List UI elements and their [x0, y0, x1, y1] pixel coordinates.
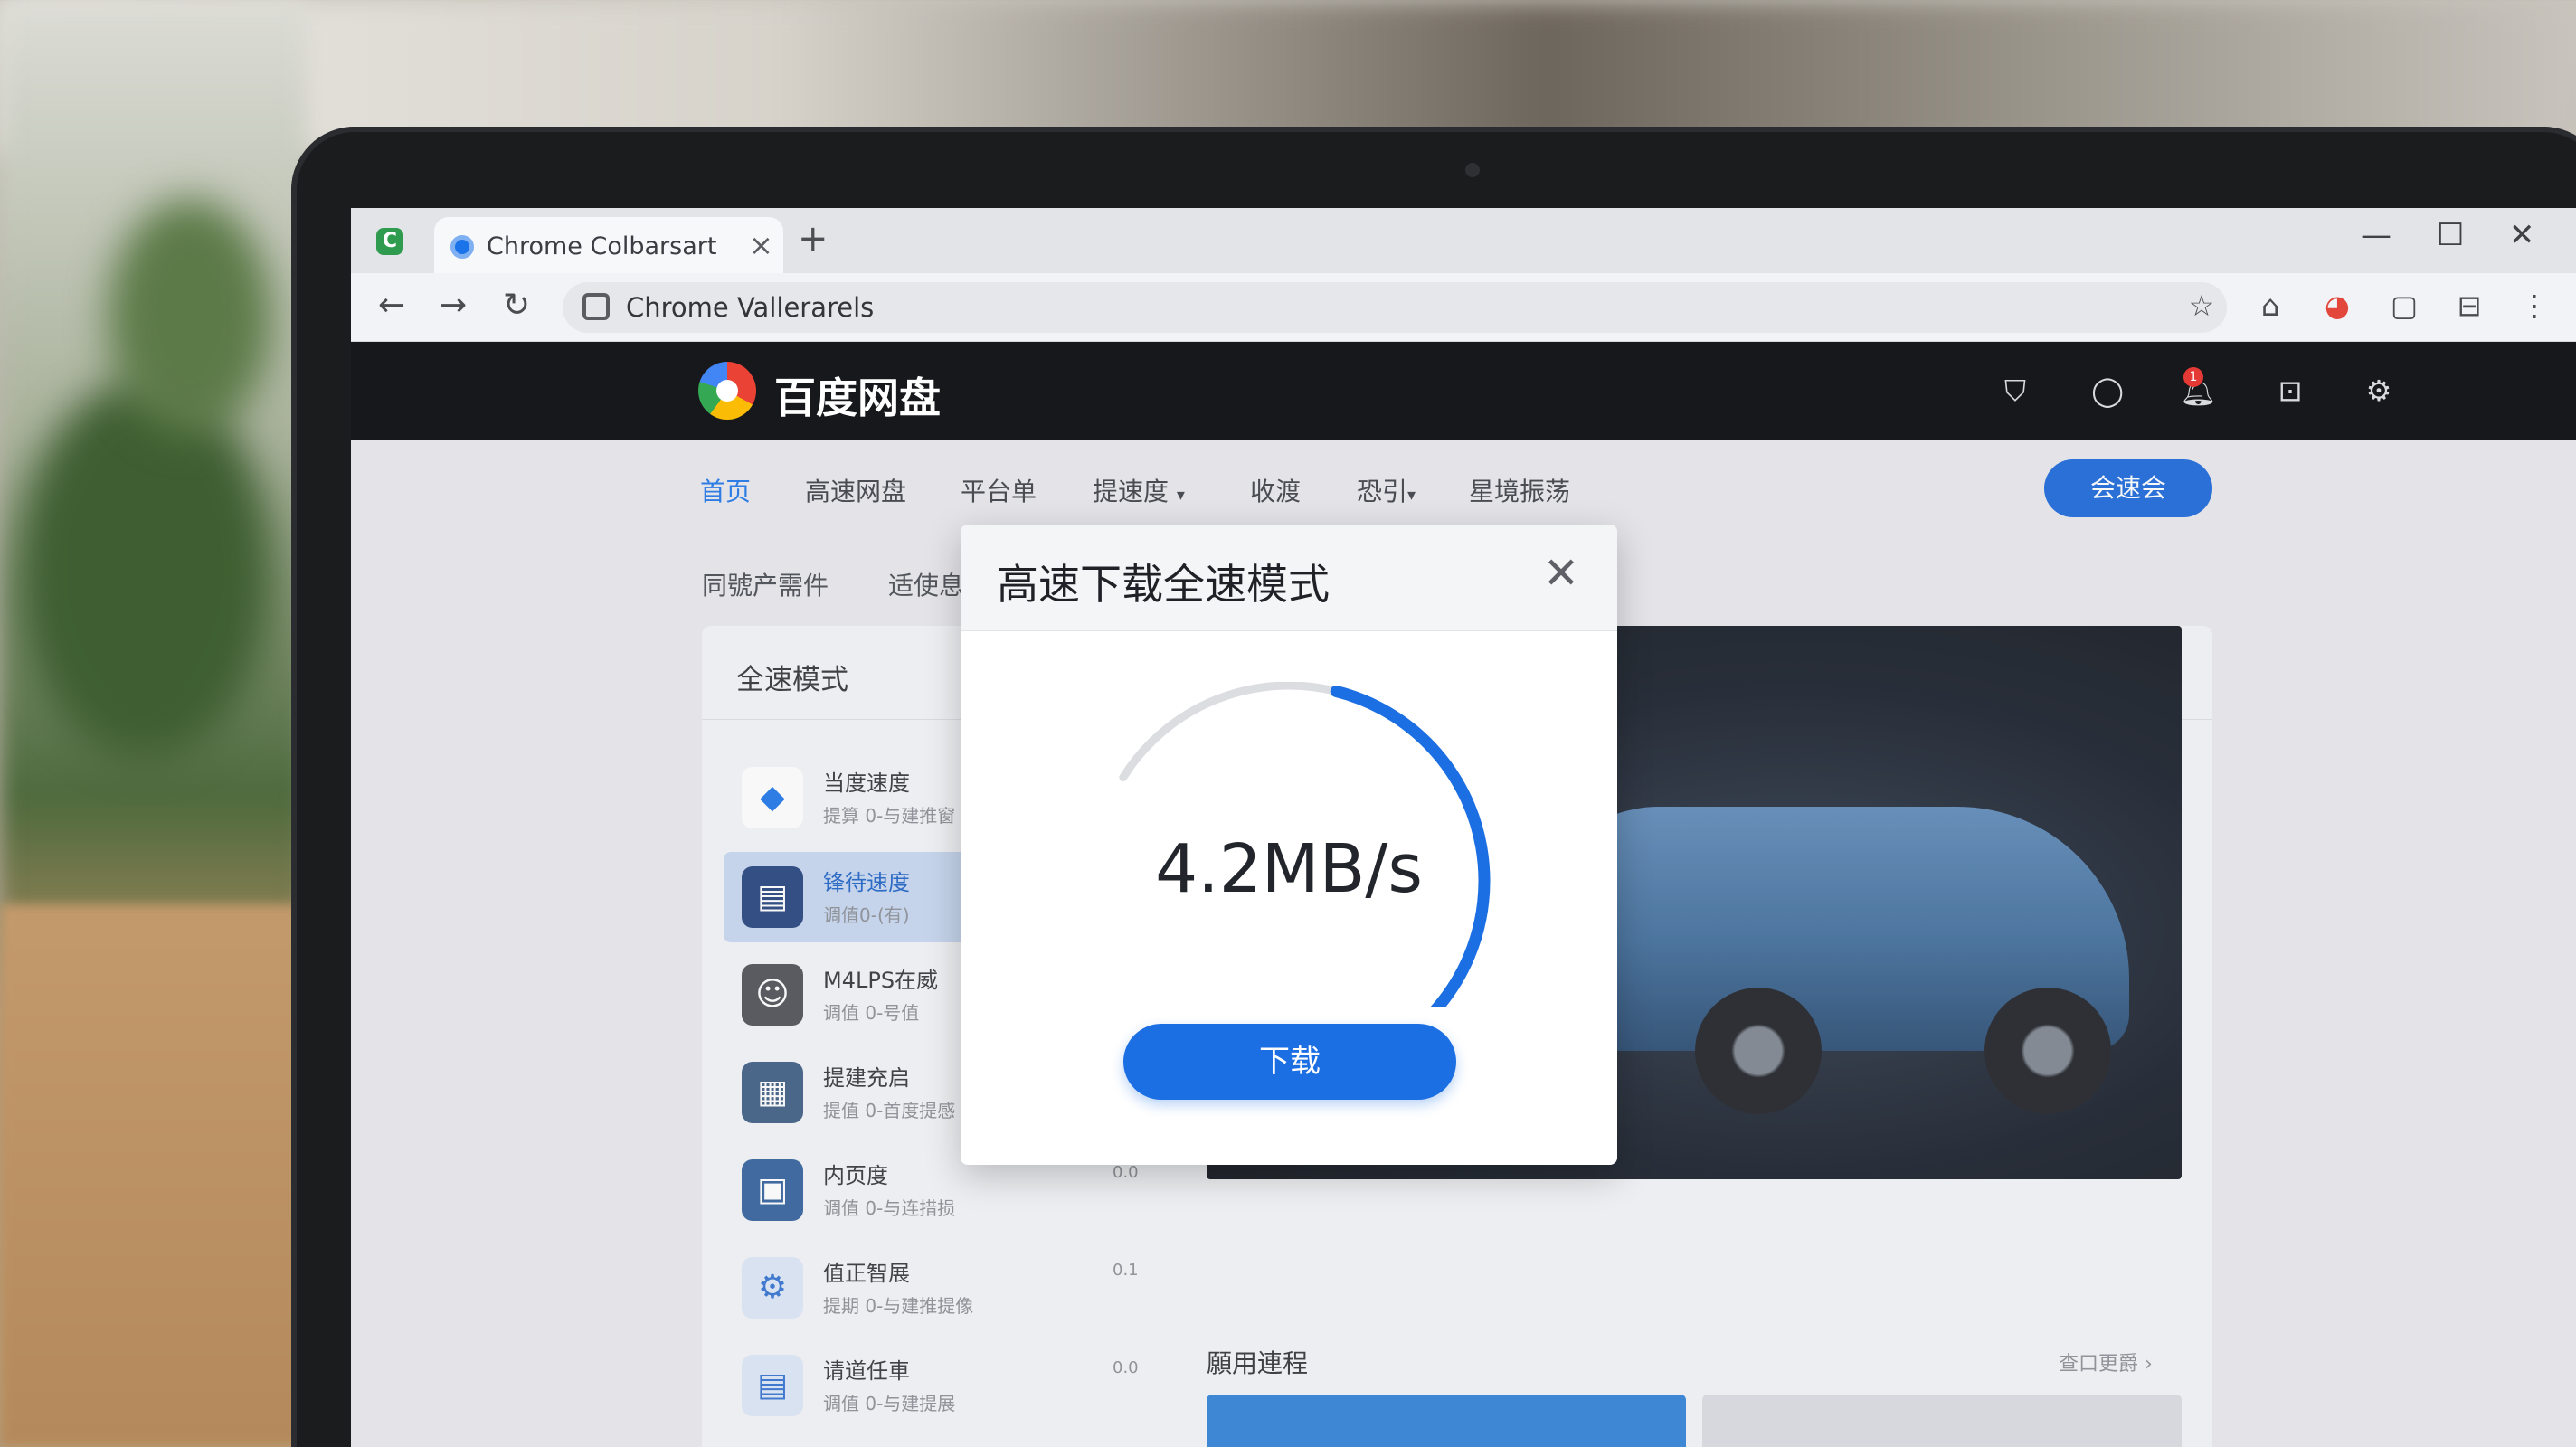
- site-info-icon[interactable]: [582, 293, 610, 320]
- sidepanel-icon[interactable]: ⊟: [2451, 288, 2487, 324]
- modal-header: 高速下载全速模式 ✕: [961, 525, 1617, 631]
- tab-title: Chrome Colbarsart: [487, 232, 717, 260]
- modal-title: 高速下载全速模式: [997, 560, 1330, 609]
- app-name[interactable]: 百度网盘: [774, 365, 941, 425]
- url-text[interactable]: Chrome Vallerarels: [626, 292, 874, 323]
- settings-icon[interactable]: ⚙: [2361, 373, 2397, 409]
- speed-gauge: 4.2MB/s: [1078, 681, 1500, 1083]
- plant-leaves: [18, 380, 271, 760]
- speed-value: 4.2MB/s: [1155, 830, 1423, 908]
- tab-close-icon[interactable]: ×: [749, 228, 773, 262]
- laptop-screen: C Chrome Colbarsart × + — ☐ ✕ ← → ↻ Chro…: [351, 208, 2576, 1447]
- wooden-desk: [0, 904, 308, 1447]
- minimize-button[interactable]: —: [2361, 217, 2391, 253]
- more-icon[interactable]: ⋮: [2516, 288, 2552, 324]
- chat-icon[interactable]: ◯: [2089, 373, 2126, 409]
- close-window-button[interactable]: ✕: [2509, 217, 2535, 253]
- baidu-pan-logo-icon[interactable]: [698, 362, 756, 420]
- maximize-button[interactable]: ☐: [2437, 217, 2464, 253]
- download-modal: 高速下载全速模式 ✕ 4.2MB/s 下载: [961, 525, 1617, 1165]
- notification-badge: 1: [2183, 367, 2203, 387]
- tab-active[interactable]: Chrome Colbarsart ×: [434, 217, 783, 273]
- reload-icon[interactable]: ↻: [503, 288, 530, 324]
- address-bar[interactable]: Chrome Vallerarels: [563, 282, 2227, 333]
- tab-strip: C Chrome Colbarsart × + — ☐ ✕: [351, 208, 2576, 273]
- webcam: [1465, 163, 1480, 177]
- close-icon[interactable]: ✕: [1536, 548, 1586, 599]
- message-icon[interactable]: ⊡: [2272, 373, 2308, 409]
- app-header: 百度网盘 ⛉ ◯ 🔔︎ 1 ⊡ ⚙: [351, 342, 2576, 440]
- download-button[interactable]: 下载: [1123, 1024, 1456, 1100]
- share-icon[interactable]: ⛉: [1997, 373, 2033, 409]
- plant-leaves: [109, 199, 271, 434]
- home-icon[interactable]: ⌂: [2252, 288, 2288, 324]
- star-icon[interactable]: ☆: [2183, 288, 2220, 324]
- tab-favicon-icon: [450, 235, 474, 259]
- new-tab-button[interactable]: +: [798, 221, 829, 257]
- forward-icon[interactable]: →: [440, 288, 467, 324]
- chrome-menu-icon[interactable]: C: [376, 228, 403, 255]
- window-icon[interactable]: ▢: [2386, 288, 2422, 324]
- gauge-track: [1119, 681, 1340, 782]
- browser-toolbar: ← → ↻ Chrome Vallerarels ☆ ⌂ ◕ ▢ ⊟ ⋮: [351, 273, 2576, 342]
- extension-icon[interactable]: ◕: [2319, 288, 2355, 324]
- back-icon[interactable]: ←: [378, 288, 405, 324]
